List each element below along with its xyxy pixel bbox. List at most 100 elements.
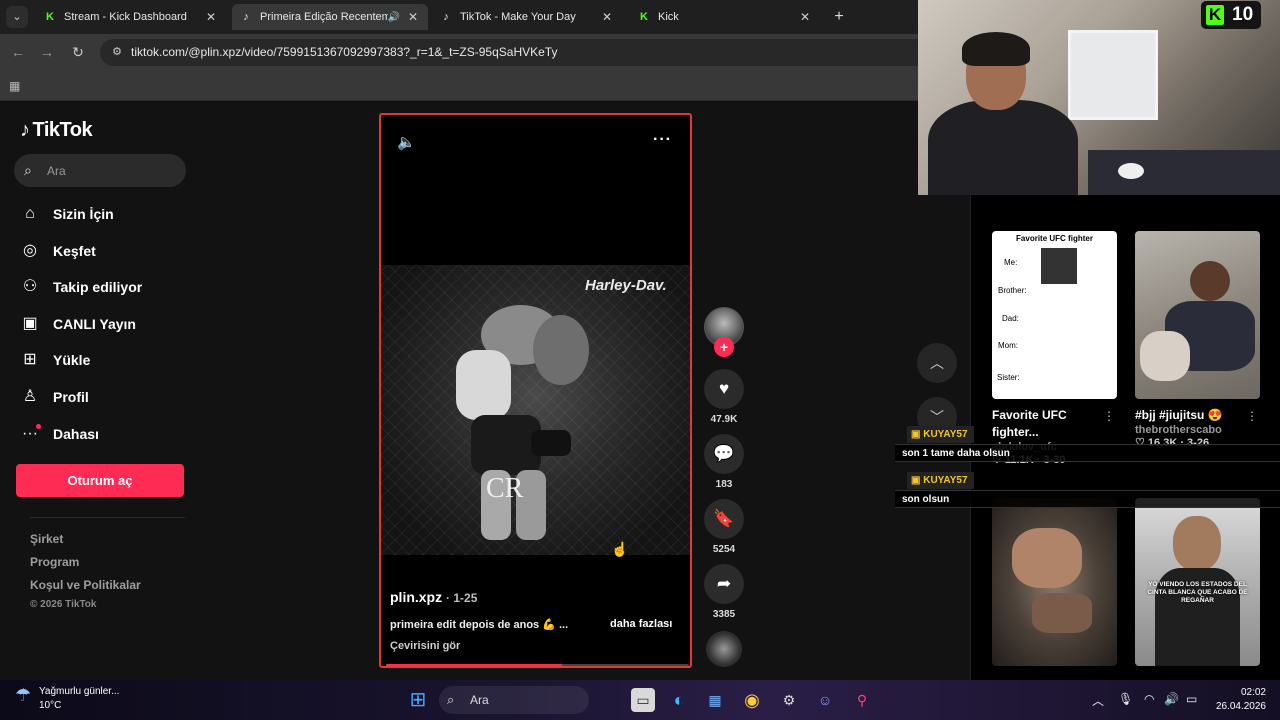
app-icon[interactable]: ⚙ xyxy=(777,688,801,712)
thumbnail-row: Sister: xyxy=(997,373,1020,382)
edge-browser-icon[interactable]: ◐ xyxy=(667,688,691,712)
reload-icon[interactable]: ↻ xyxy=(68,42,88,62)
search-input[interactable]: ⌕ Ara xyxy=(14,154,186,187)
footer-link-program[interactable]: Program xyxy=(30,555,79,569)
start-windows-icon[interactable]: ⊞ xyxy=(406,688,430,712)
tab-tiktok-video[interactable]: ♪ Primeira Edição Recenteme 🔊 ✕ xyxy=(232,4,428,30)
card-more-icon[interactable]: ⋮ xyxy=(1103,409,1115,423)
tiktok-logo-icon: ♪ xyxy=(20,119,30,141)
speaker-icon[interactable]: 🔊 xyxy=(388,12,400,23)
login-button[interactable]: Oturum aç xyxy=(16,464,184,497)
weather-widget[interactable]: ☂ Yağmurlu günler... 10°C xyxy=(15,685,119,713)
video-thumbnail[interactable]: Favorite UFC fighter Me: Brother: Dad: M… xyxy=(992,231,1117,399)
tab-tiktok-home[interactable]: ♪ TikTok - Make Your Day ✕ xyxy=(432,4,622,30)
webcam-overlay xyxy=(918,0,1280,195)
discord-icon[interactable]: ☺ xyxy=(813,688,837,712)
like-count: 47.9K xyxy=(710,414,738,425)
nav-more[interactable]: ··· Dahası xyxy=(20,422,99,446)
profile-icon: ♙ xyxy=(22,388,38,405)
tab-kick[interactable]: K Kick ✕ xyxy=(630,4,820,30)
footer-link-terms[interactable]: Koşul ve Politikalar xyxy=(30,578,141,592)
nav-profile[interactable]: ♙ Profil xyxy=(20,385,89,409)
kick-icon: K xyxy=(1206,5,1224,25)
search-icon: ⌕ xyxy=(24,162,32,178)
taskbar-search[interactable]: ⌕ Ara xyxy=(439,686,589,714)
card-title[interactable]: #bjj #jiujitsu 😍 xyxy=(1135,407,1260,424)
nav-following[interactable]: ⚇ Takip ediliyor xyxy=(20,275,142,299)
footer-link-company[interactable]: Şirket xyxy=(30,532,63,546)
video-author[interactable]: plin.xpz · 1-25 xyxy=(390,589,477,605)
nav-upload[interactable]: ⊞ Yükle xyxy=(20,348,90,372)
file-explorer-icon[interactable]: ▭ xyxy=(631,688,655,712)
url-text: tiktok.com/@plin.xpz/video/7599151367092… xyxy=(131,45,558,59)
store-icon[interactable]: ▦ xyxy=(703,688,727,712)
comment-action[interactable]: 💬 183 xyxy=(704,434,744,490)
thumbnail-partner xyxy=(1140,331,1190,381)
nav-for-you[interactable]: ⌂ Sizin İçin xyxy=(20,202,114,226)
like-action[interactable]: ♥ 47.9K xyxy=(704,369,744,425)
more-options-icon[interactable]: ··· xyxy=(653,131,672,149)
close-tab-icon[interactable]: ✕ xyxy=(600,10,614,24)
close-tab-icon[interactable]: ✕ xyxy=(798,10,812,24)
volume-icon[interactable]: 🔊 xyxy=(1164,692,1179,706)
upload-icon: ⊞ xyxy=(23,351,37,368)
notification-dot xyxy=(36,424,41,429)
subscriber-badge-icon: ▣ xyxy=(911,475,924,486)
show-more-link[interactable]: daha fazlası xyxy=(610,618,672,630)
recommended-video-card[interactable] xyxy=(992,498,1117,666)
thumbnail-row: Dad: xyxy=(1002,314,1019,323)
thumbnail-person xyxy=(1173,516,1221,571)
apps-grid-icon[interactable]: ▦ xyxy=(9,79,23,93)
share-icon[interactable]: ➦ xyxy=(704,564,744,604)
desk xyxy=(1088,150,1280,195)
chrome-icon[interactable]: ◉ xyxy=(740,688,764,712)
heart-icon[interactable]: ♥ xyxy=(704,369,744,409)
address-bar[interactable]: ⚙ tiktok.com/@plin.xpz/video/75991513670… xyxy=(100,39,920,66)
translate-link[interactable]: Çevirisini gör xyxy=(390,640,460,652)
site-settings-icon[interactable]: ⚙ xyxy=(110,45,124,59)
forward-icon[interactable]: → xyxy=(37,42,57,62)
follow-plus-icon[interactable]: + xyxy=(714,337,734,357)
room-window xyxy=(1068,30,1158,120)
video-player[interactable]: 🔈 ··· Harley-Dav. CR ☝ plin.xpz · 1-25 p… xyxy=(379,113,692,668)
chat-message: ▣ KUYAY57 son 1 tame daha olsun xyxy=(895,426,1280,464)
volume-icon[interactable]: 🔈 xyxy=(397,133,417,153)
microphone-icon[interactable]: 🎙 xyxy=(1118,692,1133,706)
save-action[interactable]: 🔖 5254 xyxy=(704,499,744,555)
video-progress-bar[interactable] xyxy=(386,664,689,666)
save-count: 5254 xyxy=(712,544,736,555)
tab-search-button[interactable]: ⌄ xyxy=(6,6,28,28)
new-tab-button[interactable]: + xyxy=(830,6,848,28)
video-thumbnail[interactable]: YO VIENDO LOS ESTADOS DEL CINTA BLANCA Q… xyxy=(1135,498,1260,666)
weather-description: Yağmurlu günler... xyxy=(39,686,120,697)
video-thumbnail[interactable] xyxy=(1135,231,1260,399)
chat-username: ▣ KUYAY57 xyxy=(907,426,974,443)
nav-explore[interactable]: ◎ Keşfet xyxy=(20,239,96,263)
card-more-icon[interactable]: ⋮ xyxy=(1246,409,1258,423)
nav-live[interactable]: ▣ CANLI Yayın xyxy=(20,312,136,336)
share-count: 3385 xyxy=(712,609,736,620)
recommended-video-card[interactable]: #bjj #jiujitsu 😍 thebrotherscabo ♡ 16.3K… xyxy=(1135,231,1260,449)
back-icon[interactable]: ← xyxy=(8,42,28,62)
mouse-cursor-icon: ☝ xyxy=(611,541,629,557)
share-action[interactable]: ➦ 3385 xyxy=(704,564,744,620)
chevron-up-icon[interactable]: ︿ xyxy=(1092,692,1104,709)
previous-video-button[interactable]: ︿ xyxy=(917,343,957,383)
video-date: · 1-25 xyxy=(446,591,478,605)
video-thumbnail[interactable] xyxy=(992,498,1117,666)
tiktok-logo[interactable]: ♪ TikTok xyxy=(20,119,93,142)
search-icon: ⌕ xyxy=(447,692,455,707)
close-tab-icon[interactable]: ✕ xyxy=(204,10,218,24)
pin-icon[interactable]: ⚲ xyxy=(850,688,874,712)
close-tab-icon[interactable]: ✕ xyxy=(406,10,420,24)
system-clock[interactable]: 02:02 26.04.2026 xyxy=(1208,686,1266,714)
comment-icon[interactable]: 💬 xyxy=(704,434,744,474)
bookmarks-bar: ▦ xyxy=(0,71,920,101)
recommended-video-card[interactable]: YO VIENDO LOS ESTADOS DEL CINTA BLANCA Q… xyxy=(1135,498,1260,666)
battery-icon[interactable]: ▭ xyxy=(1186,692,1197,706)
browser-tab-bar: ⌄ K Stream - Kick Dashboard ✕ ♪ Primeira… xyxy=(0,0,920,34)
wifi-icon[interactable]: ◠ xyxy=(1144,692,1154,706)
sound-disc[interactable] xyxy=(706,631,742,667)
bookmark-icon[interactable]: 🔖 xyxy=(704,499,744,539)
tab-kick-dashboard[interactable]: K Stream - Kick Dashboard ✕ xyxy=(36,4,226,30)
